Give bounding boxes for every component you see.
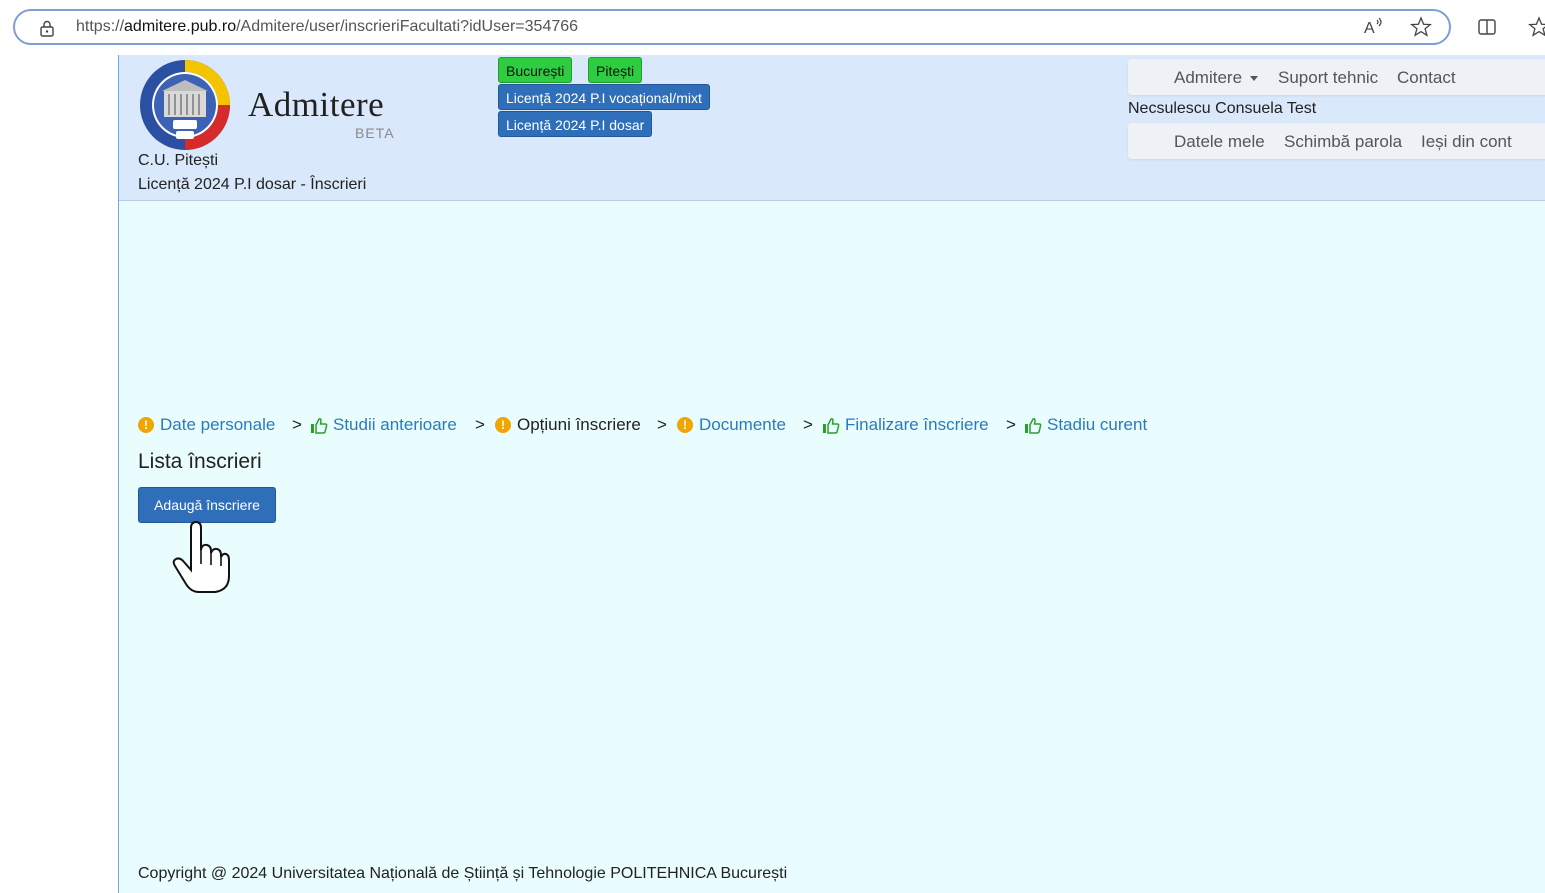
split-screen-icon[interactable] <box>1476 16 1498 38</box>
url-host: admitere.pub.ro <box>124 18 237 35</box>
hand-pointer-icon <box>172 520 230 593</box>
svg-text:A: A <box>1364 20 1375 37</box>
admitere-dropdown-label: Admitere <box>1174 68 1243 87</box>
step-stadiu-curent[interactable]: Stadiu curent <box>1024 415 1147 435</box>
thumbs-up-icon <box>1025 417 1042 434</box>
my-data-link[interactable]: Datele mele <box>1174 132 1265 152</box>
caret-down-icon <box>1250 76 1259 82</box>
step-label: Date personale <box>160 415 276 434</box>
url-text[interactable]: https://admitere.pub.ro/Admitere/user/in… <box>76 18 578 36</box>
user-nav: Datele mele Schimbă parola Ieși din cont <box>1128 123 1545 159</box>
admitere-dropdown[interactable]: Admitere <box>1174 68 1259 88</box>
change-password-link[interactable]: Schimbă parola <box>1284 132 1402 152</box>
step-separator: > <box>803 415 813 434</box>
step-date-personale[interactable]: ! Date personale <box>138 415 275 435</box>
add-registration-button[interactable]: Adaugă înscriere <box>138 487 276 523</box>
city-button-bucuresti[interactable]: București <box>498 57 573 83</box>
step-finalizare-inscriere[interactable]: Finalizare înscriere <box>822 415 989 435</box>
step-separator: > <box>1006 415 1016 434</box>
step-label: Opțiuni înscriere <box>517 415 641 434</box>
browser-toolbar: https://admitere.pub.ro/Admitere/user/in… <box>0 0 1545 55</box>
top-nav: Admitere Suport tehnic Contact <box>1128 59 1545 95</box>
site-header: Admitere BETA C.U. Pitești Licență 2024 … <box>119 55 1545 201</box>
contact-link[interactable]: Contact <box>1397 68 1456 88</box>
step-label: Studii anterioare <box>333 415 457 434</box>
step-label: Stadiu curent <box>1047 415 1148 434</box>
support-link[interactable]: Suport tehnic <box>1278 68 1378 88</box>
favorites-icon[interactable] <box>1528 16 1545 38</box>
step-separator: > <box>475 415 485 434</box>
brand-subtitle: BETA <box>355 125 395 141</box>
upb-seal-logo[interactable] <box>138 58 232 152</box>
footer-copyright: Copyright @ 2024 Universitatea Națională… <box>138 865 788 882</box>
step-documente[interactable]: ! Documente <box>677 415 786 435</box>
page-subtitle: Licență 2024 P.I dosar - Înscrieri <box>138 176 367 193</box>
step-label: Finalizare înscriere <box>845 415 989 434</box>
step-separator: > <box>657 415 667 434</box>
city-button-pitesti[interactable]: Pitești <box>588 57 643 83</box>
step-studii-anterioare[interactable]: Studii anterioare <box>310 415 457 435</box>
warning-icon: ! <box>495 417 511 433</box>
thumbs-up-icon <box>823 417 840 434</box>
brand-title[interactable]: Admitere <box>248 85 384 125</box>
url-prefix: https:// <box>76 18 125 35</box>
url-path: /Admitere/user/inscrieriFacultati?idUser… <box>236 18 579 35</box>
warning-icon: ! <box>677 417 693 433</box>
thumbs-up-icon <box>311 417 328 434</box>
step-label: Documente <box>699 415 786 434</box>
logout-link[interactable]: Ieși din cont <box>1421 132 1512 152</box>
page-content: Admitere BETA C.U. Pitești Licență 2024 … <box>118 55 1545 893</box>
warning-icon: ! <box>138 417 154 433</box>
program-button-dosar[interactable]: Licență 2024 P.I dosar <box>498 111 653 137</box>
step-separator: > <box>292 415 302 434</box>
step-optiuni-inscriere[interactable]: ! Opțiuni înscriere <box>495 415 641 435</box>
program-button-vocational[interactable]: Licență 2024 P.I vocațional/mixt <box>498 84 710 110</box>
registrations-list-title: Lista înscrieri <box>138 450 262 473</box>
favorite-star-icon[interactable] <box>1410 16 1432 38</box>
center-name: C.U. Pitești <box>138 152 219 169</box>
read-aloud-icon[interactable]: A <box>1362 16 1384 38</box>
user-name: Necsulescu Consuela Test <box>1128 100 1317 117</box>
lock-icon[interactable] <box>38 19 56 37</box>
